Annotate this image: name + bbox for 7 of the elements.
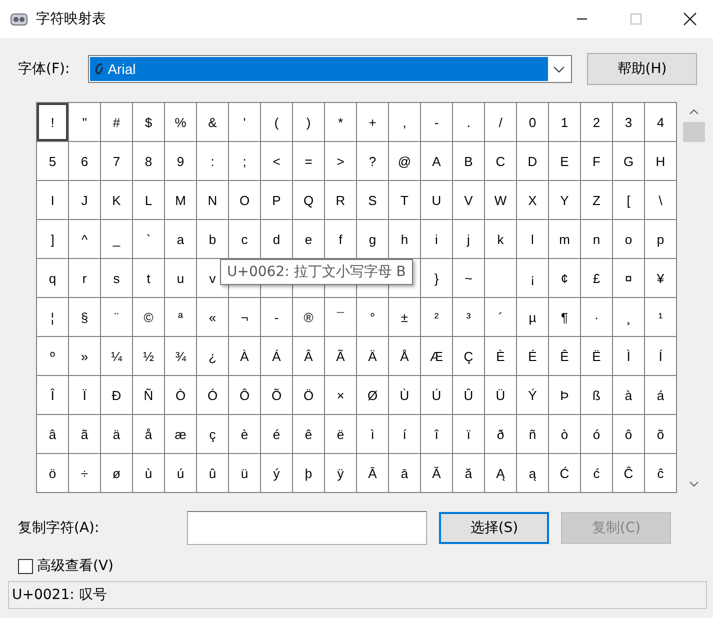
tooltip: U+0062: 拉丁文小写字母 B bbox=[220, 259, 413, 285]
advanced-view-label: 高级查看(V) bbox=[37, 557, 114, 575]
font-value: Arial bbox=[108, 61, 136, 77]
status-bar: U+0021: 叹号 bbox=[8, 581, 707, 609]
font-label: 字体(F): bbox=[18, 60, 70, 78]
window-title: 字符映射表 bbox=[36, 10, 107, 28]
copy-label: 复制字符(A): bbox=[18, 519, 100, 537]
